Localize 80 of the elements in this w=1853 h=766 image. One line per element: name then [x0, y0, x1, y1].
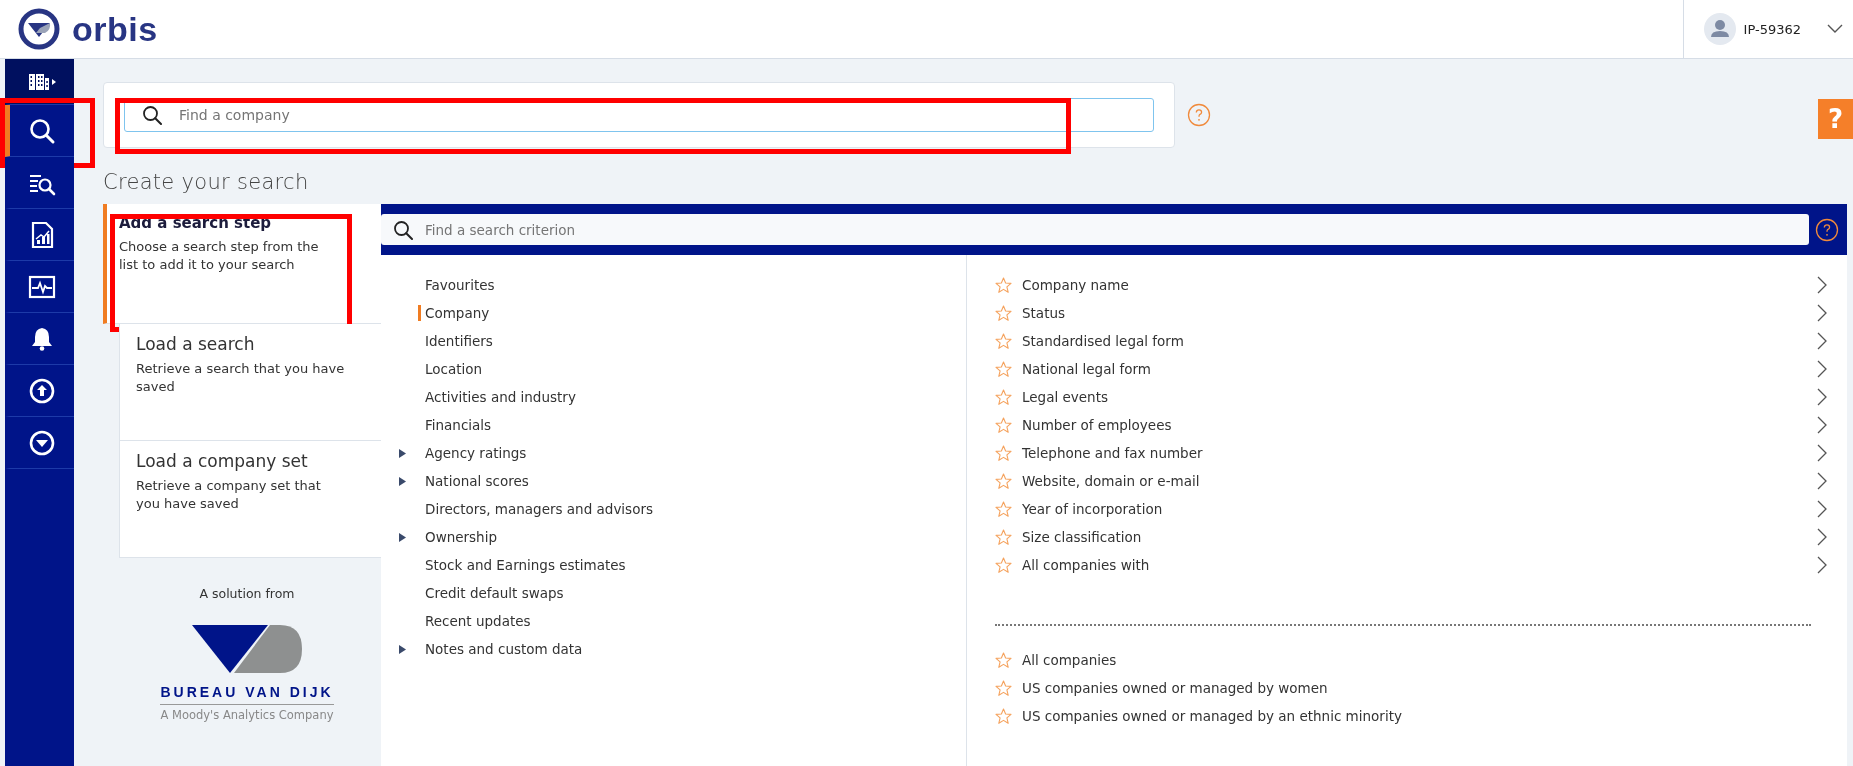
- chevron-right-icon[interactable]: [1817, 556, 1827, 574]
- criterion-item[interactable]: Status: [1022, 305, 1817, 321]
- star-icon[interactable]: [995, 651, 1012, 669]
- star-icon[interactable]: [995, 360, 1012, 378]
- category-item[interactable]: Directors, managers and advisors: [418, 501, 653, 517]
- chevron-right-icon[interactable]: [1817, 444, 1827, 462]
- step-title: Load a company set: [136, 451, 309, 471]
- page-title: Create your search: [103, 170, 310, 194]
- brand-caption: A solution from: [199, 586, 295, 601]
- chevron-right-icon[interactable]: [1817, 416, 1827, 434]
- star-icon[interactable]: [995, 332, 1012, 350]
- category-item[interactable]: Activities and industry: [418, 389, 576, 405]
- criterion-item[interactable]: Year of incorporation: [1022, 501, 1817, 517]
- star-icon[interactable]: [995, 304, 1012, 322]
- category-item[interactable]: Ownership: [418, 529, 497, 545]
- expand-caret-icon[interactable]: [399, 644, 406, 654]
- user-name[interactable]: IP-59362: [1743, 21, 1801, 37]
- brand-logo-icon: [189, 623, 305, 675]
- step-description: Retrieve a search that you have saved: [136, 360, 346, 396]
- expand-caret-icon[interactable]: [399, 476, 406, 486]
- chevron-right-icon[interactable]: [1817, 528, 1827, 546]
- star-icon[interactable]: [995, 556, 1012, 574]
- category-item[interactable]: Agency ratings: [418, 445, 527, 461]
- category-item[interactable]: Identifiers: [418, 333, 493, 349]
- star-icon[interactable]: [995, 444, 1012, 462]
- search-step-card[interactable]: Load a search Retrieve a search that you have saved: [119, 324, 381, 441]
- brand-tagline: A Moody's Analytics Company: [160, 708, 334, 722]
- category-item[interactable]: Notes and custom data: [418, 641, 583, 657]
- criterion-item[interactable]: All companies: [1022, 652, 1831, 668]
- category-item[interactable]: Favourites: [418, 277, 495, 293]
- star-icon[interactable]: [995, 388, 1012, 406]
- chevron-right-icon[interactable]: [1817, 332, 1827, 350]
- criterion-item[interactable]: US companies owned or managed by women: [1022, 680, 1831, 696]
- help-icon[interactable]: [1815, 217, 1839, 242]
- criterion-item[interactable]: Standardised legal form: [1022, 333, 1817, 349]
- star-icon[interactable]: [995, 500, 1012, 518]
- step-description: Choose a search step from the list to add it to your search: [119, 238, 320, 274]
- search-icon: [142, 105, 162, 125]
- criterion-item[interactable]: Telephone and fax number: [1022, 445, 1817, 461]
- star-icon[interactable]: [995, 679, 1012, 697]
- chevron-down-icon[interactable]: [1827, 24, 1843, 34]
- star-icon[interactable]: [995, 707, 1012, 725]
- criterion-item[interactable]: US companies owned or managed by an ethnic minority: [1022, 708, 1831, 724]
- category-item[interactable]: Recent updates: [418, 613, 531, 629]
- chevron-right-icon[interactable]: [1817, 360, 1827, 378]
- logo-text: orbis: [72, 9, 158, 49]
- step-title: Load a search: [136, 334, 256, 354]
- criterion-item[interactable]: Company name: [1022, 277, 1817, 293]
- criterion-item[interactable]: National legal form: [1022, 361, 1817, 377]
- criterion-item[interactable]: Website, domain or e-mail: [1022, 473, 1817, 489]
- criterion-item[interactable]: All companies with: [1022, 557, 1817, 573]
- search-icon: [393, 220, 413, 240]
- category-item[interactable]: Stock and Earnings estimates: [418, 557, 626, 573]
- chevron-right-icon[interactable]: [1817, 276, 1827, 294]
- category-item[interactable]: National scores: [418, 473, 529, 489]
- star-icon[interactable]: [995, 528, 1012, 546]
- search-step-card[interactable]: Load a company set Retrieve a company set that you have saved: [119, 441, 381, 558]
- criterion-item[interactable]: Legal events: [1022, 389, 1817, 405]
- category-item[interactable]: Credit default swaps: [418, 585, 564, 601]
- category-item[interactable]: Location: [418, 361, 483, 377]
- criterion-item[interactable]: Size classification: [1022, 529, 1817, 545]
- chevron-right-icon[interactable]: [1817, 500, 1827, 518]
- step-description: Retrieve a company set that you have saved: [136, 477, 322, 513]
- chevron-right-icon[interactable]: [1817, 388, 1827, 406]
- category-item[interactable]: Company: [418, 305, 490, 321]
- star-icon[interactable]: [995, 276, 1012, 294]
- expand-caret-icon[interactable]: [399, 532, 406, 542]
- sidebar-item[interactable]: [5, 105, 74, 157]
- expand-caret-icon[interactable]: [399, 448, 406, 458]
- chevron-right-icon[interactable]: [1817, 472, 1827, 490]
- criterion-search-field[interactable]: Find a search criterion: [381, 214, 1809, 245]
- brand-name: BUREAU VAN DIJK: [160, 684, 334, 705]
- star-icon[interactable]: [995, 416, 1012, 434]
- avatar-icon[interactable]: [1703, 13, 1736, 45]
- orbis-logo-icon: [18, 8, 60, 50]
- category-item[interactable]: Financials: [418, 417, 492, 433]
- chevron-right-icon[interactable]: [1817, 304, 1827, 322]
- criterion-item[interactable]: Number of employees: [1022, 417, 1817, 433]
- star-icon[interactable]: [995, 472, 1012, 490]
- sidebar-item[interactable]: [5, 59, 74, 105]
